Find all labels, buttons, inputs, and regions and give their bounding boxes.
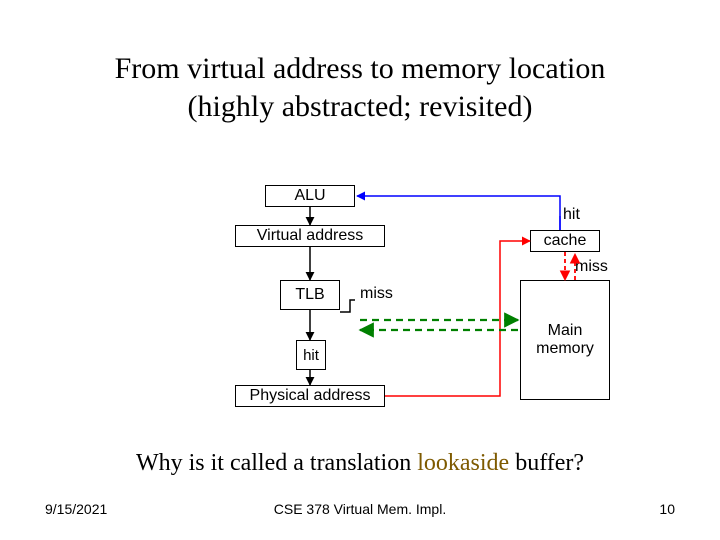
- footer-page-number: 10: [659, 501, 675, 517]
- cache-miss-label: miss: [575, 258, 608, 276]
- virtual-address-box: Virtual address: [235, 225, 385, 247]
- slide: From virtual address to memory location …: [0, 0, 720, 540]
- main-memory-line-2: memory: [536, 340, 594, 357]
- main-memory-label: Main memory: [536, 322, 594, 358]
- question-before: Why is it called a translation: [136, 450, 417, 476]
- question-lookaside: lookaside: [417, 450, 509, 476]
- tlb-miss-label: miss: [360, 285, 393, 303]
- main-memory-line-1: Main: [548, 322, 583, 339]
- hit-label-top: hit: [563, 206, 580, 224]
- question-after: buffer?: [509, 450, 584, 476]
- footer-center: CSE 378 Virtual Mem. Impl.: [0, 501, 720, 517]
- physical-address-box: Physical address: [235, 385, 385, 407]
- slide-title: From virtual address to memory location …: [0, 50, 720, 125]
- main-memory-box: Main memory: [520, 280, 610, 400]
- tlb-box: TLB: [280, 280, 340, 310]
- alu-box: ALU: [265, 185, 355, 207]
- question-text: Why is it called a translation lookaside…: [0, 450, 720, 477]
- title-line-1: From virtual address to memory location: [115, 52, 606, 85]
- cache-box: cache: [530, 230, 600, 252]
- title-line-2: (highly abstracted; revisited): [188, 90, 533, 123]
- tlb-hit-box: hit: [296, 340, 326, 370]
